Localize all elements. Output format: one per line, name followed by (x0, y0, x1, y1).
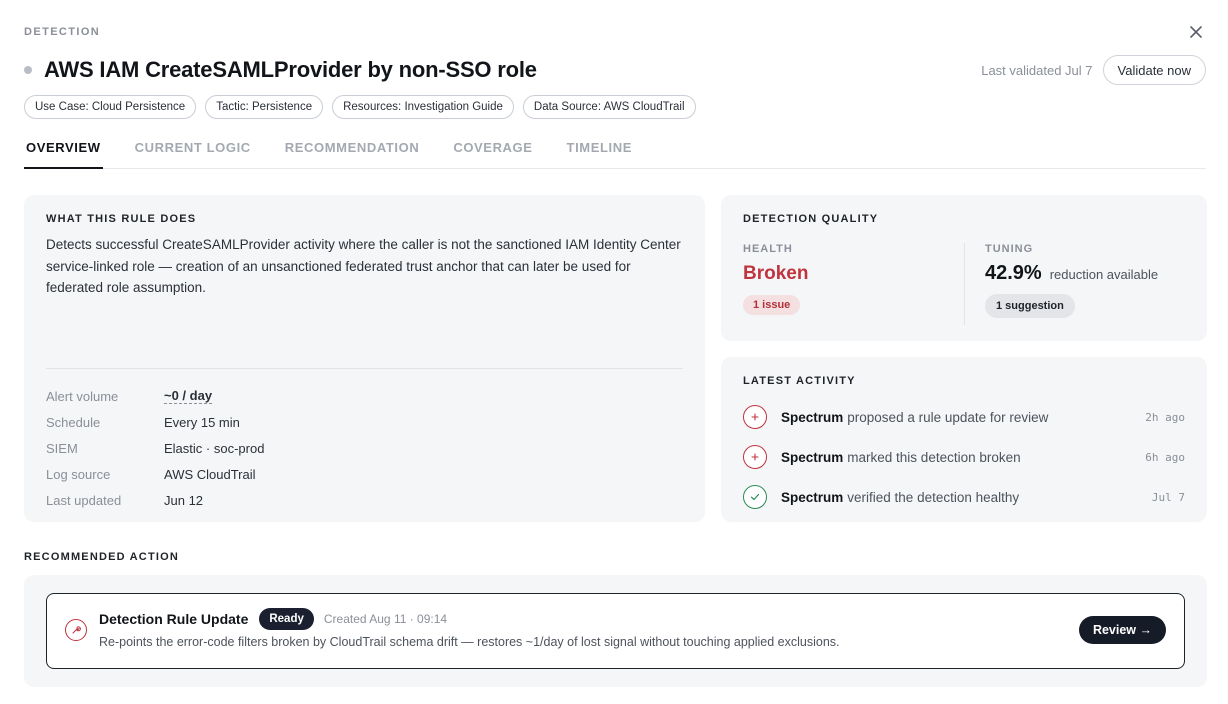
detection-eyebrow: DETECTION (24, 26, 101, 38)
rule-card: WHAT THIS RULE DOES Detects successful C… (24, 195, 705, 522)
tab-bar: OVERVIEW CURRENT LOGIC RECOMMENDATION CO… (24, 131, 1206, 169)
tuning-row: 42.9% reduction available (985, 262, 1185, 285)
recommended-action-label: RECOMMENDED ACTION (24, 551, 180, 563)
health-value: Broken (743, 263, 809, 284)
meta-value: Every 15 min (164, 414, 240, 430)
meta-row-log-source: Log source AWS CloudTrail (46, 461, 264, 487)
activity-text: Spectrum marked this detection broken (781, 450, 1021, 465)
tuning-description: reduction available (1049, 267, 1159, 282)
activity-actor: Spectrum (781, 449, 844, 465)
meta-row-last-updated: Last updated Jun 12 (46, 487, 264, 513)
quality-columns: HEALTH Broken 1 issue TUNING 42.9% reduc… (743, 243, 1185, 325)
close-button[interactable] (1186, 22, 1206, 42)
activity-description: marked this detection broken (847, 449, 1021, 465)
activity-description: proposed a rule update for review (847, 409, 1049, 425)
suggestion-badge[interactable]: 1 suggestion (985, 294, 1075, 318)
tag-resources[interactable]: Resources: Investigation Guide (332, 95, 514, 119)
issue-badge[interactable]: 1 issue (743, 295, 801, 315)
wrench-icon (65, 619, 87, 641)
activity-item: Spectrum proposed a rule update for revie… (743, 397, 1185, 437)
recommended-action-card: Detection Rule Update Ready Created Aug … (24, 575, 1207, 687)
plus-icon (743, 445, 767, 469)
close-icon (1190, 26, 1202, 38)
plus-icon (743, 405, 767, 429)
tuning-column: TUNING 42.9% reduction available 1 sugge… (964, 243, 1185, 325)
page-title: AWS IAM CreateSAMLProvider by non-SSO ro… (44, 57, 537, 82)
tab-recommendation[interactable]: RECOMMENDATION (283, 131, 422, 169)
meta-row-siem: SIEM Elastic · soc-prod (46, 435, 264, 461)
activity-time: Jul 7 (1151, 490, 1185, 504)
tuning-percent: 42.9% (985, 262, 1042, 284)
title-actions: Last validated Jul 7 Validate now (981, 55, 1206, 85)
meta-row-alert-volume: Alert volume ~0 / day (46, 383, 264, 409)
title-row: AWS IAM CreateSAMLProvider by non-SSO ro… (24, 55, 1206, 85)
activity-text: Spectrum proposed a rule update for revie… (781, 410, 1048, 425)
tuning-label: TUNING (985, 243, 1034, 255)
recommendation-item[interactable]: Detection Rule Update Ready Created Aug … (46, 593, 1185, 669)
meta-key: SIEM (46, 440, 78, 456)
activity-actor: Spectrum (781, 409, 844, 425)
meta-key: Last updated (46, 492, 122, 508)
meta-value: Jun 12 (164, 492, 204, 508)
ready-badge: Ready (259, 608, 314, 630)
activity-item: Spectrum verified the detection healthy J… (743, 477, 1185, 517)
validate-now-button[interactable]: Validate now (1102, 55, 1206, 85)
rule-description: Detects successful CreateSAMLProvider ac… (46, 237, 681, 295)
quality-card: DETECTION QUALITY HEALTH Broken 1 issue … (721, 195, 1207, 341)
tab-coverage[interactable]: COVERAGE (451, 131, 534, 169)
recommendation-header: Detection Rule Update Ready Created Aug … (99, 608, 447, 630)
activity-list: Spectrum proposed a rule update for revie… (743, 397, 1185, 517)
divider (46, 368, 683, 369)
tab-current-logic[interactable]: CURRENT LOGIC (133, 131, 253, 169)
meta-key: Alert volume (46, 388, 119, 404)
recommendation-title: Detection Rule Update (99, 611, 249, 627)
tab-timeline[interactable]: TIMELINE (565, 131, 634, 169)
tab-overview[interactable]: OVERVIEW (24, 131, 103, 169)
tag-list: Use Case: Cloud Persistence Tactic: Pers… (24, 95, 696, 119)
meta-row-schedule: Schedule Every 15 min (46, 409, 264, 435)
activity-description: verified the detection healthy (847, 489, 1020, 505)
meta-value: AWS CloudTrail (164, 466, 256, 482)
activity-time: 6h ago (1145, 450, 1185, 464)
rule-card-title: WHAT THIS RULE DOES (46, 213, 197, 225)
status-dot (24, 66, 32, 74)
tag-tactic[interactable]: Tactic: Persistence (205, 95, 324, 119)
tag-use-case[interactable]: Use Case: Cloud Persistence (24, 95, 197, 119)
activity-text: Spectrum verified the detection healthy (781, 490, 1019, 505)
review-button[interactable]: Review → (1078, 616, 1166, 644)
activity-actor: Spectrum (781, 489, 844, 505)
last-validated: Last validated Jul 7 (981, 62, 1093, 78)
health-column: HEALTH Broken 1 issue (743, 243, 964, 325)
quality-card-title: DETECTION QUALITY (743, 213, 879, 225)
meta-value: Elastic · soc-prod (164, 440, 265, 456)
recommendation-description: Re-points the error-code filters broken … (99, 635, 840, 649)
rule-meta: Alert volume ~0 / day Schedule Every 15 … (46, 383, 264, 513)
activity-time: 2h ago (1145, 410, 1185, 424)
activity-card-title: LATEST ACTIVITY (743, 375, 856, 387)
health-label: HEALTH (743, 243, 793, 255)
meta-key: Log source (46, 466, 111, 482)
activity-card: LATEST ACTIVITY Spectrum proposed a rule … (721, 357, 1207, 522)
alert-volume-value[interactable]: ~0 / day (164, 388, 213, 404)
tag-data-source[interactable]: Data Source: AWS CloudTrail (522, 95, 696, 119)
meta-key: Schedule (46, 414, 101, 430)
check-icon (743, 485, 767, 509)
activity-item: Spectrum marked this detection broken 6h … (743, 437, 1185, 477)
created-timestamp: Created Aug 11 · 09:14 (323, 612, 448, 626)
